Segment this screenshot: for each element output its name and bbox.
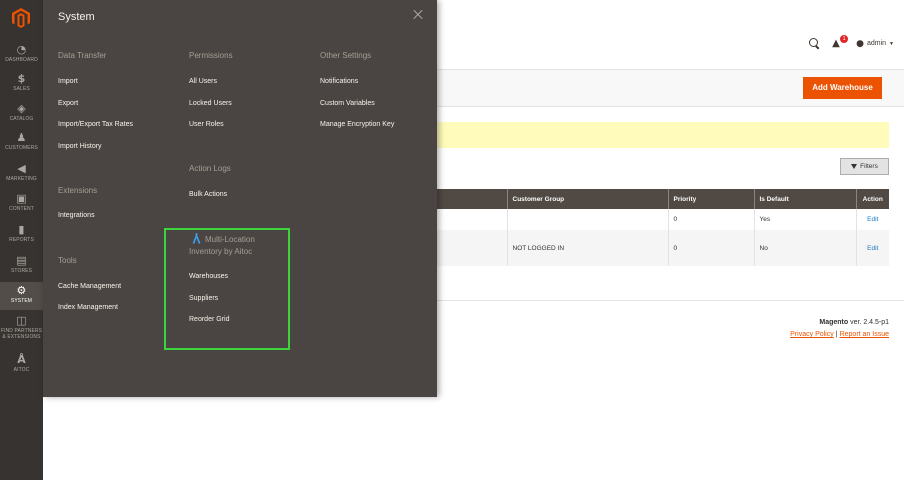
sidebar-item-marketing[interactable]: ◀ MARKETING [0,163,43,183]
grid-cell-customer-group: NOT LOGGED IN [506,230,668,266]
grid-cell-priority: 0 [667,209,754,230]
header-actions: ▲ 1 ● admin ▼ [809,35,894,49]
aitoc-logo-icon [192,233,201,244]
footer-brand: Magento [819,319,849,326]
grid-cell-priority: 0 [667,230,754,266]
edit-link[interactable]: Edit [855,209,889,230]
sidebar-item-aitoc[interactable]: Å AITOC [0,354,43,376]
magento-logo-icon[interactable] [12,8,30,28]
filters-label: Filters [860,163,878,170]
storefront-icon: ▤ [16,254,27,267]
menu-item-import[interactable]: Import [58,78,78,85]
report-issue-link[interactable]: Report an Issue [840,331,889,338]
user-name: admin [866,40,887,47]
sidebar-item-label: CONTENT [9,206,34,212]
sidebar-item-customers[interactable]: ♟ CUSTOMERS [0,132,43,152]
grid-header-priority[interactable]: Priority [667,189,754,209]
sidebar-item-catalog[interactable]: ◈ CATALOG [0,103,43,123]
notifications-icon[interactable]: ▲ 1 [832,35,849,49]
section-title-other-settings: Other Settings [320,51,372,60]
menu-item-reorder-grid[interactable]: Reorder Grid [189,316,229,323]
user-icon: ● [856,38,864,49]
footer-links: Privacy Policy | Report an Issue [790,331,889,338]
menu-item-locked-users[interactable]: Locked Users [189,100,232,107]
blocks-icon: ◫ [16,314,27,327]
megaphone-icon: ◀ [17,162,26,175]
menu-item-bulk-actions[interactable]: Bulk Actions [189,191,227,198]
section-title-data-transfer: Data Transfer [58,51,107,60]
add-warehouse-button[interactable]: Add Warehouse [803,77,882,99]
dollar-icon: $ [17,72,26,85]
section-title-extensions: Extensions [58,186,98,195]
menu-item-index-management[interactable]: Index Management [58,304,118,311]
menu-item-integrations[interactable]: Integrations [58,212,95,219]
close-icon[interactable] [411,8,425,22]
sidebar-item-label: REPORTS [9,237,34,243]
user-menu[interactable]: ● admin ▼ [856,39,894,49]
sidebar-item-label: SALES [13,86,30,92]
footer-separator: | [835,331,838,338]
edit-link[interactable]: Edit [855,230,889,266]
menu-item-cache-management[interactable]: Cache Management [58,283,121,290]
section-title-aitoc: Multi-Location [205,235,255,244]
grid-cell-is-default: Yes [753,209,856,230]
menu-item-user-roles[interactable]: User Roles [189,121,224,128]
menu-item-import-export-tax-rates[interactable]: Import/Export Tax Rates [58,121,133,128]
section-title-action-logs: Action Logs [189,164,231,173]
menu-item-custom-variables[interactable]: Custom Variables [320,100,375,107]
menu-item-export[interactable]: Export [58,100,78,107]
grid-header-is-default[interactable]: Is Default [753,189,856,209]
chevron-down-icon: ▼ [889,40,894,47]
grid-header-action: Action [855,189,889,209]
sidebar-item-find-partners[interactable]: ◫ FIND PARTNERS & EXTENSIONS [0,315,43,341]
sidebar-item-label: MARKETING [6,176,37,182]
filters-button[interactable]: Filters [840,158,889,175]
grid-cell-customer-group [506,209,668,230]
menu-item-notifications[interactable]: Notifications [320,78,358,85]
aitoc-logo-icon: Å [17,353,26,366]
menu-item-all-users[interactable]: All Users [189,78,217,85]
cube-icon: ◈ [17,102,26,115]
footer-version: Magento ver. 2.4.5-p1 [819,319,889,326]
sidebar-item-label: DASHBOARD [5,57,38,63]
search-icon[interactable] [809,38,820,49]
funnel-icon [851,164,858,169]
sidebar-item-label: AITOC [13,367,30,373]
menu-item-manage-encryption-key[interactable]: Manage Encryption Key [320,121,394,128]
section-title-tools: Tools [58,256,77,265]
gear-icon: ⚙ [16,284,27,297]
sidebar-item-reports[interactable]: ▮ REPORTS [0,224,43,244]
grid-cell-is-default: No [753,230,856,266]
sidebar-item-label: SYSTEM [10,298,33,304]
footer-version-text: ver. 2.4.5-p1 [848,319,889,326]
menu-item-suppliers[interactable]: Suppliers [189,295,218,302]
speedometer-icon: ◔ [16,43,27,56]
admin-sidebar: ◔ DASHBOARD $ SALES ◈ CATALOG ♟ CUSTOMER… [0,0,43,480]
bar-chart-icon: ▮ [18,223,25,236]
sidebar-item-label: CUSTOMERS [5,145,38,151]
sidebar-item-system[interactable]: ⚙ SYSTEM [0,282,43,310]
person-icon: ♟ [16,131,27,144]
notification-count-badge: 1 [840,35,849,43]
flyout-title: System [58,11,95,23]
sidebar-item-label-line2: & EXTENSIONS [2,334,41,340]
sidebar-item-dashboard[interactable]: ◔ DASHBOARD [0,44,43,64]
section-title-aitoc-line2: Inventory by Aitoc [189,247,253,256]
sidebar-item-label: STORES [10,268,33,274]
layout-icon: ▣ [16,192,27,205]
sidebar-item-sales[interactable]: $ SALES [0,73,43,93]
privacy-policy-link[interactable]: Privacy Policy [790,331,834,338]
sidebar-item-stores[interactable]: ▤ STORES [0,255,43,275]
sidebar-item-content[interactable]: ▣ CONTENT [0,193,43,213]
menu-item-import-history[interactable]: Import History [58,143,102,150]
grid-header-customer-group[interactable]: Customer Group [506,189,668,209]
section-title-permissions: Permissions [189,51,233,60]
menu-item-warehouses[interactable]: Warehouses [189,273,228,280]
sidebar-item-label: CATALOG [9,116,34,122]
